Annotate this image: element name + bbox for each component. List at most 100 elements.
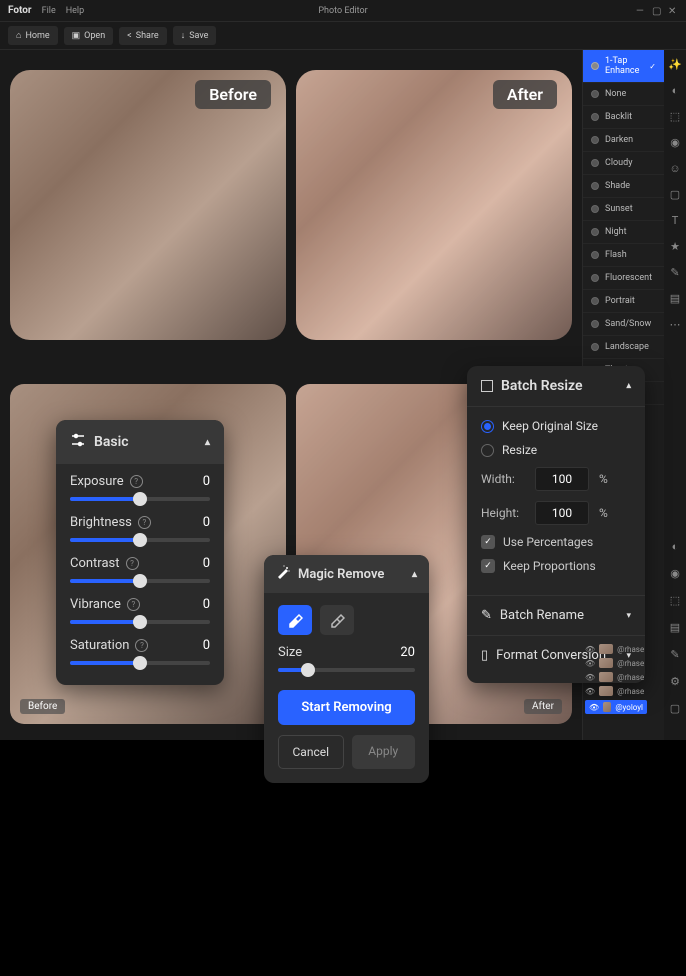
eye-icon[interactable]: 👁 bbox=[585, 673, 595, 682]
scene-portrait[interactable]: Portrait bbox=[583, 290, 664, 313]
tool-icon-4[interactable]: ▤ bbox=[670, 621, 680, 634]
resize-radio[interactable]: Resize bbox=[481, 443, 631, 457]
layer-item[interactable]: 👁@rhase bbox=[585, 672, 647, 682]
frame-icon[interactable]: ▢ bbox=[668, 188, 682, 202]
help-icon[interactable]: ? bbox=[138, 516, 151, 529]
layer-item[interactable]: 👁@rhase bbox=[585, 658, 647, 668]
saturation-slider[interactable] bbox=[70, 661, 210, 665]
help-icon[interactable]: ? bbox=[127, 598, 140, 611]
before-label: Before bbox=[195, 80, 271, 109]
tool-icon-6[interactable]: ⚙ bbox=[670, 675, 680, 688]
more-icon[interactable]: ⋯ bbox=[668, 318, 682, 332]
chevron-up-icon: ▴ bbox=[412, 569, 417, 580]
slider-thumb[interactable] bbox=[133, 533, 147, 547]
tool-icon-3[interactable]: ⬚ bbox=[670, 594, 680, 607]
share-button[interactable]: <Share bbox=[119, 27, 167, 45]
layers-icon[interactable]: ▤ bbox=[668, 292, 682, 306]
scene-sandsnow[interactable]: Sand/Snow bbox=[583, 313, 664, 336]
close-icon[interactable]: ✕ bbox=[668, 6, 678, 16]
vibrance-slider[interactable] bbox=[70, 620, 210, 624]
brush-icon[interactable]: ✎ bbox=[668, 266, 682, 280]
scene-cloudy[interactable]: Cloudy bbox=[583, 152, 664, 175]
mini-before-label: Before bbox=[20, 699, 65, 714]
maximize-icon[interactable]: ▢ bbox=[652, 6, 662, 16]
scene-shade[interactable]: Shade bbox=[583, 175, 664, 198]
batch-rename-section[interactable]: ✎ Batch Rename ▾ bbox=[467, 595, 645, 635]
checkbox-checked-icon: ✓ bbox=[481, 559, 495, 573]
tool-icon-2[interactable]: ◉ bbox=[670, 567, 680, 580]
magic-header[interactable]: Magic Remove ▴ bbox=[264, 555, 429, 593]
crop-tool-icon[interactable]: ⬚ bbox=[668, 110, 682, 124]
scene-dot-icon bbox=[591, 297, 599, 305]
menu-help[interactable]: Help bbox=[66, 6, 84, 16]
contrast-slider[interactable] bbox=[70, 579, 210, 583]
slider-thumb[interactable] bbox=[133, 615, 147, 629]
scene-dot-icon bbox=[591, 320, 599, 328]
home-button[interactable]: ⌂Home bbox=[8, 26, 58, 45]
batch-title: Batch Resize bbox=[501, 378, 582, 394]
scene-1tap-enhance[interactable]: 1-Tap Enhance✓ bbox=[583, 50, 664, 83]
basic-header[interactable]: Basic ▴ bbox=[56, 420, 224, 464]
tool-icon-1[interactable]: ◐ bbox=[672, 540, 679, 553]
layer-strip: 👁@rhase 👁@rhase 👁@rhase 👁@rhase 👁@yoloyl bbox=[585, 644, 647, 714]
layer-thumb-icon bbox=[599, 658, 613, 668]
tool-icon-7[interactable]: ▢ bbox=[670, 702, 680, 715]
slider-thumb[interactable] bbox=[301, 663, 315, 677]
save-button[interactable]: ↓Save bbox=[173, 26, 217, 45]
photo-after-image bbox=[296, 70, 572, 340]
eraser-tool-button[interactable] bbox=[278, 605, 312, 635]
eye-icon[interactable]: 👁 bbox=[585, 659, 595, 668]
scene-night[interactable]: Night bbox=[583, 221, 664, 244]
layer-item-active[interactable]: 👁@yoloyl bbox=[585, 700, 647, 714]
scene-darken[interactable]: Darken bbox=[583, 129, 664, 152]
batch-resize-header[interactable]: Batch Resize ▴ bbox=[467, 366, 645, 407]
size-slider[interactable] bbox=[278, 668, 415, 672]
share-icon: < bbox=[127, 31, 132, 41]
menu-file[interactable]: File bbox=[42, 6, 56, 16]
width-input[interactable] bbox=[535, 467, 589, 491]
slider-thumb[interactable] bbox=[133, 574, 147, 588]
scene-sunset[interactable]: Sunset bbox=[583, 198, 664, 221]
layer-item[interactable]: 👁@rhase bbox=[585, 686, 647, 696]
restore-tool-button[interactable] bbox=[320, 605, 354, 635]
sliders-icon bbox=[70, 432, 86, 452]
adjust-icon[interactable]: ◐ bbox=[668, 84, 682, 98]
eye-icon[interactable]: 👁 bbox=[589, 703, 599, 712]
cancel-button[interactable]: Cancel bbox=[278, 735, 344, 769]
saturation-row: Saturation?0 bbox=[56, 628, 224, 669]
effect-icon[interactable]: ◉ bbox=[668, 136, 682, 150]
help-icon[interactable]: ? bbox=[126, 557, 139, 570]
open-button[interactable]: ▣Open bbox=[64, 27, 114, 45]
keep-original-radio[interactable]: Keep Original Size bbox=[481, 419, 631, 433]
enhance-icon[interactable]: ✨ bbox=[668, 58, 682, 72]
use-percentages-checkbox[interactable]: ✓ Use Percentages bbox=[481, 535, 631, 549]
scene-flash[interactable]: Flash bbox=[583, 244, 664, 267]
eye-icon[interactable]: 👁 bbox=[585, 687, 595, 696]
apply-button[interactable]: Apply bbox=[352, 735, 416, 769]
scene-none[interactable]: None bbox=[583, 83, 664, 106]
height-input[interactable] bbox=[535, 501, 589, 525]
minimize-icon[interactable]: — bbox=[636, 6, 646, 16]
scene-fluorescent[interactable]: Fluorescent bbox=[583, 267, 664, 290]
magic-tools bbox=[264, 593, 429, 641]
photo-before-image bbox=[10, 70, 286, 340]
eye-icon[interactable]: 👁 bbox=[585, 645, 595, 654]
slider-thumb[interactable] bbox=[133, 492, 147, 506]
scene-landscape[interactable]: Landscape bbox=[583, 336, 664, 359]
scene-dot-icon bbox=[591, 182, 599, 190]
exposure-slider[interactable] bbox=[70, 497, 210, 501]
brightness-slider[interactable] bbox=[70, 538, 210, 542]
text-icon[interactable]: T bbox=[668, 214, 682, 228]
beauty-icon[interactable]: ☺ bbox=[668, 162, 682, 176]
tool-icon-5[interactable]: ✎ bbox=[670, 648, 679, 661]
radio-unchecked-icon bbox=[481, 444, 494, 457]
layer-item[interactable]: 👁@rhase bbox=[585, 644, 647, 654]
photo-after: After bbox=[296, 70, 572, 340]
start-removing-button[interactable]: Start Removing bbox=[278, 690, 415, 725]
slider-thumb[interactable] bbox=[133, 656, 147, 670]
help-icon[interactable]: ? bbox=[130, 475, 143, 488]
scene-backlit[interactable]: Backlit bbox=[583, 106, 664, 129]
keep-proportions-checkbox[interactable]: ✓ Keep Proportions bbox=[481, 559, 631, 573]
sticker-icon[interactable]: ★ bbox=[668, 240, 682, 254]
help-icon[interactable]: ? bbox=[135, 639, 148, 652]
